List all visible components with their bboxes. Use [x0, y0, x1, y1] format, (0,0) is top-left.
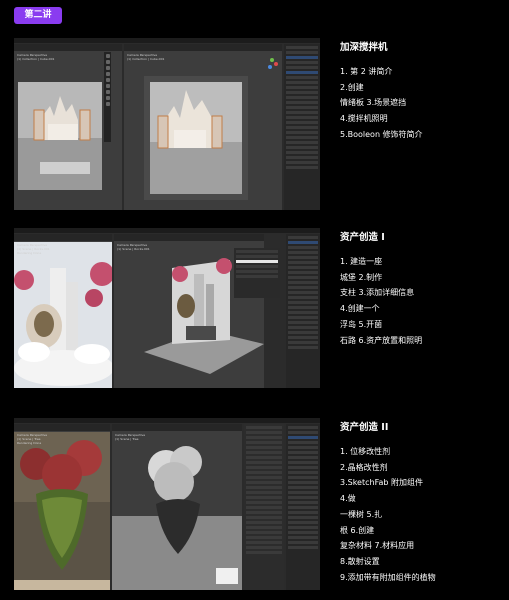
list-item: 浮岛 5.开菌 — [340, 319, 383, 329]
toolbar-left[interactable] — [104, 52, 111, 142]
list-item: 3.SketchFab 附加组件 — [340, 478, 423, 488]
section-title: 资产创造 I — [340, 232, 385, 243]
render-preview: Camera Perspective (1) Scene | Rocks.001… — [14, 234, 112, 388]
list-item: 情绪板 3.场景遮挡 — [340, 98, 407, 108]
properties-panel[interactable] — [244, 424, 284, 590]
list-item: 4.创建一个 — [340, 304, 380, 314]
blender-screenshot-3: Camera Perspective (1) Scene | Tree Rend… — [14, 418, 320, 590]
list-item: 石路 6.资产放置和照明 — [340, 335, 423, 345]
castle-render — [14, 242, 112, 388]
outliner-panel[interactable] — [286, 234, 320, 388]
list-item: 一棵树 5.扎 — [340, 509, 383, 519]
list-item: 2.晶格改性剂 — [340, 462, 388, 472]
tree-render — [14, 432, 110, 590]
viewport-3d: Camera Perspective (1) Scene | Tree — [112, 424, 242, 590]
list-item: 8.散射设置 — [340, 556, 380, 566]
list-item: 4.做 — [340, 494, 356, 504]
list-item: 支柱 3.添加详细信息 — [340, 288, 415, 298]
section-title: 资产创造 II — [340, 422, 389, 433]
section-2-description: 资产创造 I 1. 建造一座 城堡 2.制作 支柱 3.添加详细信息 4.创建一… — [340, 232, 422, 348]
lesson-badge: 第二讲 — [14, 7, 62, 24]
list-item: 根 6.创建 — [340, 525, 375, 535]
list-item: 1. 第 2 讲简介 — [340, 67, 393, 76]
list-item: 城堡 2.制作 — [340, 272, 383, 282]
render-preview: Camera Perspective (1) Scene | Tree Rend… — [14, 424, 110, 590]
list-item: 9.添加带有附加组件的植物 — [340, 572, 436, 582]
properties-panel-floating[interactable] — [234, 248, 280, 298]
blender-menubar — [14, 228, 320, 243]
list-item: 复杂材料 7.材料应用 — [340, 541, 415, 551]
outliner-panel[interactable] — [284, 44, 320, 210]
scene-render-right — [144, 76, 248, 200]
list-item: 2.创建 — [340, 82, 364, 92]
viewport-right: Camera Perspective (1) Collection | Cube… — [124, 44, 282, 210]
list-item: 1. 位移改性剂 — [340, 447, 391, 456]
list-item: 1. 建造一座 — [340, 257, 383, 266]
viewport-overlay-text: Camera Perspective (1) Scene | Rocks.001… — [17, 243, 50, 255]
blender-screenshot-1: Camera Perspective (1) Collection | Cube… — [14, 38, 320, 210]
viewport-overlay-text: Camera Perspective (1) Scene | Tree Rend… — [17, 433, 48, 445]
list-item: 5.Booleon 修饰符简介 — [340, 129, 423, 139]
blender-menubar — [14, 38, 320, 53]
navigation-gizmo[interactable] — [266, 58, 278, 70]
section-1-description: 加深搅拌机 1. 第 2 讲简介 2.创建 情绪板 3.场景遮挡 4.搅拌机照明… — [340, 42, 423, 143]
tree-mesh — [112, 446, 242, 590]
section-3-description: 资产创造 II 1. 位移改性剂 2.晶格改性剂 3.SketchFab 附加组… — [340, 422, 436, 585]
outliner-panel[interactable] — [286, 424, 320, 590]
blender-menubar — [14, 418, 320, 433]
blender-screenshot-2: Camera Perspective (1) Scene | Rocks.001… — [14, 228, 320, 388]
section-title: 加深搅拌机 — [340, 42, 388, 53]
list-item: 4.搅拌机照明 — [340, 114, 388, 124]
